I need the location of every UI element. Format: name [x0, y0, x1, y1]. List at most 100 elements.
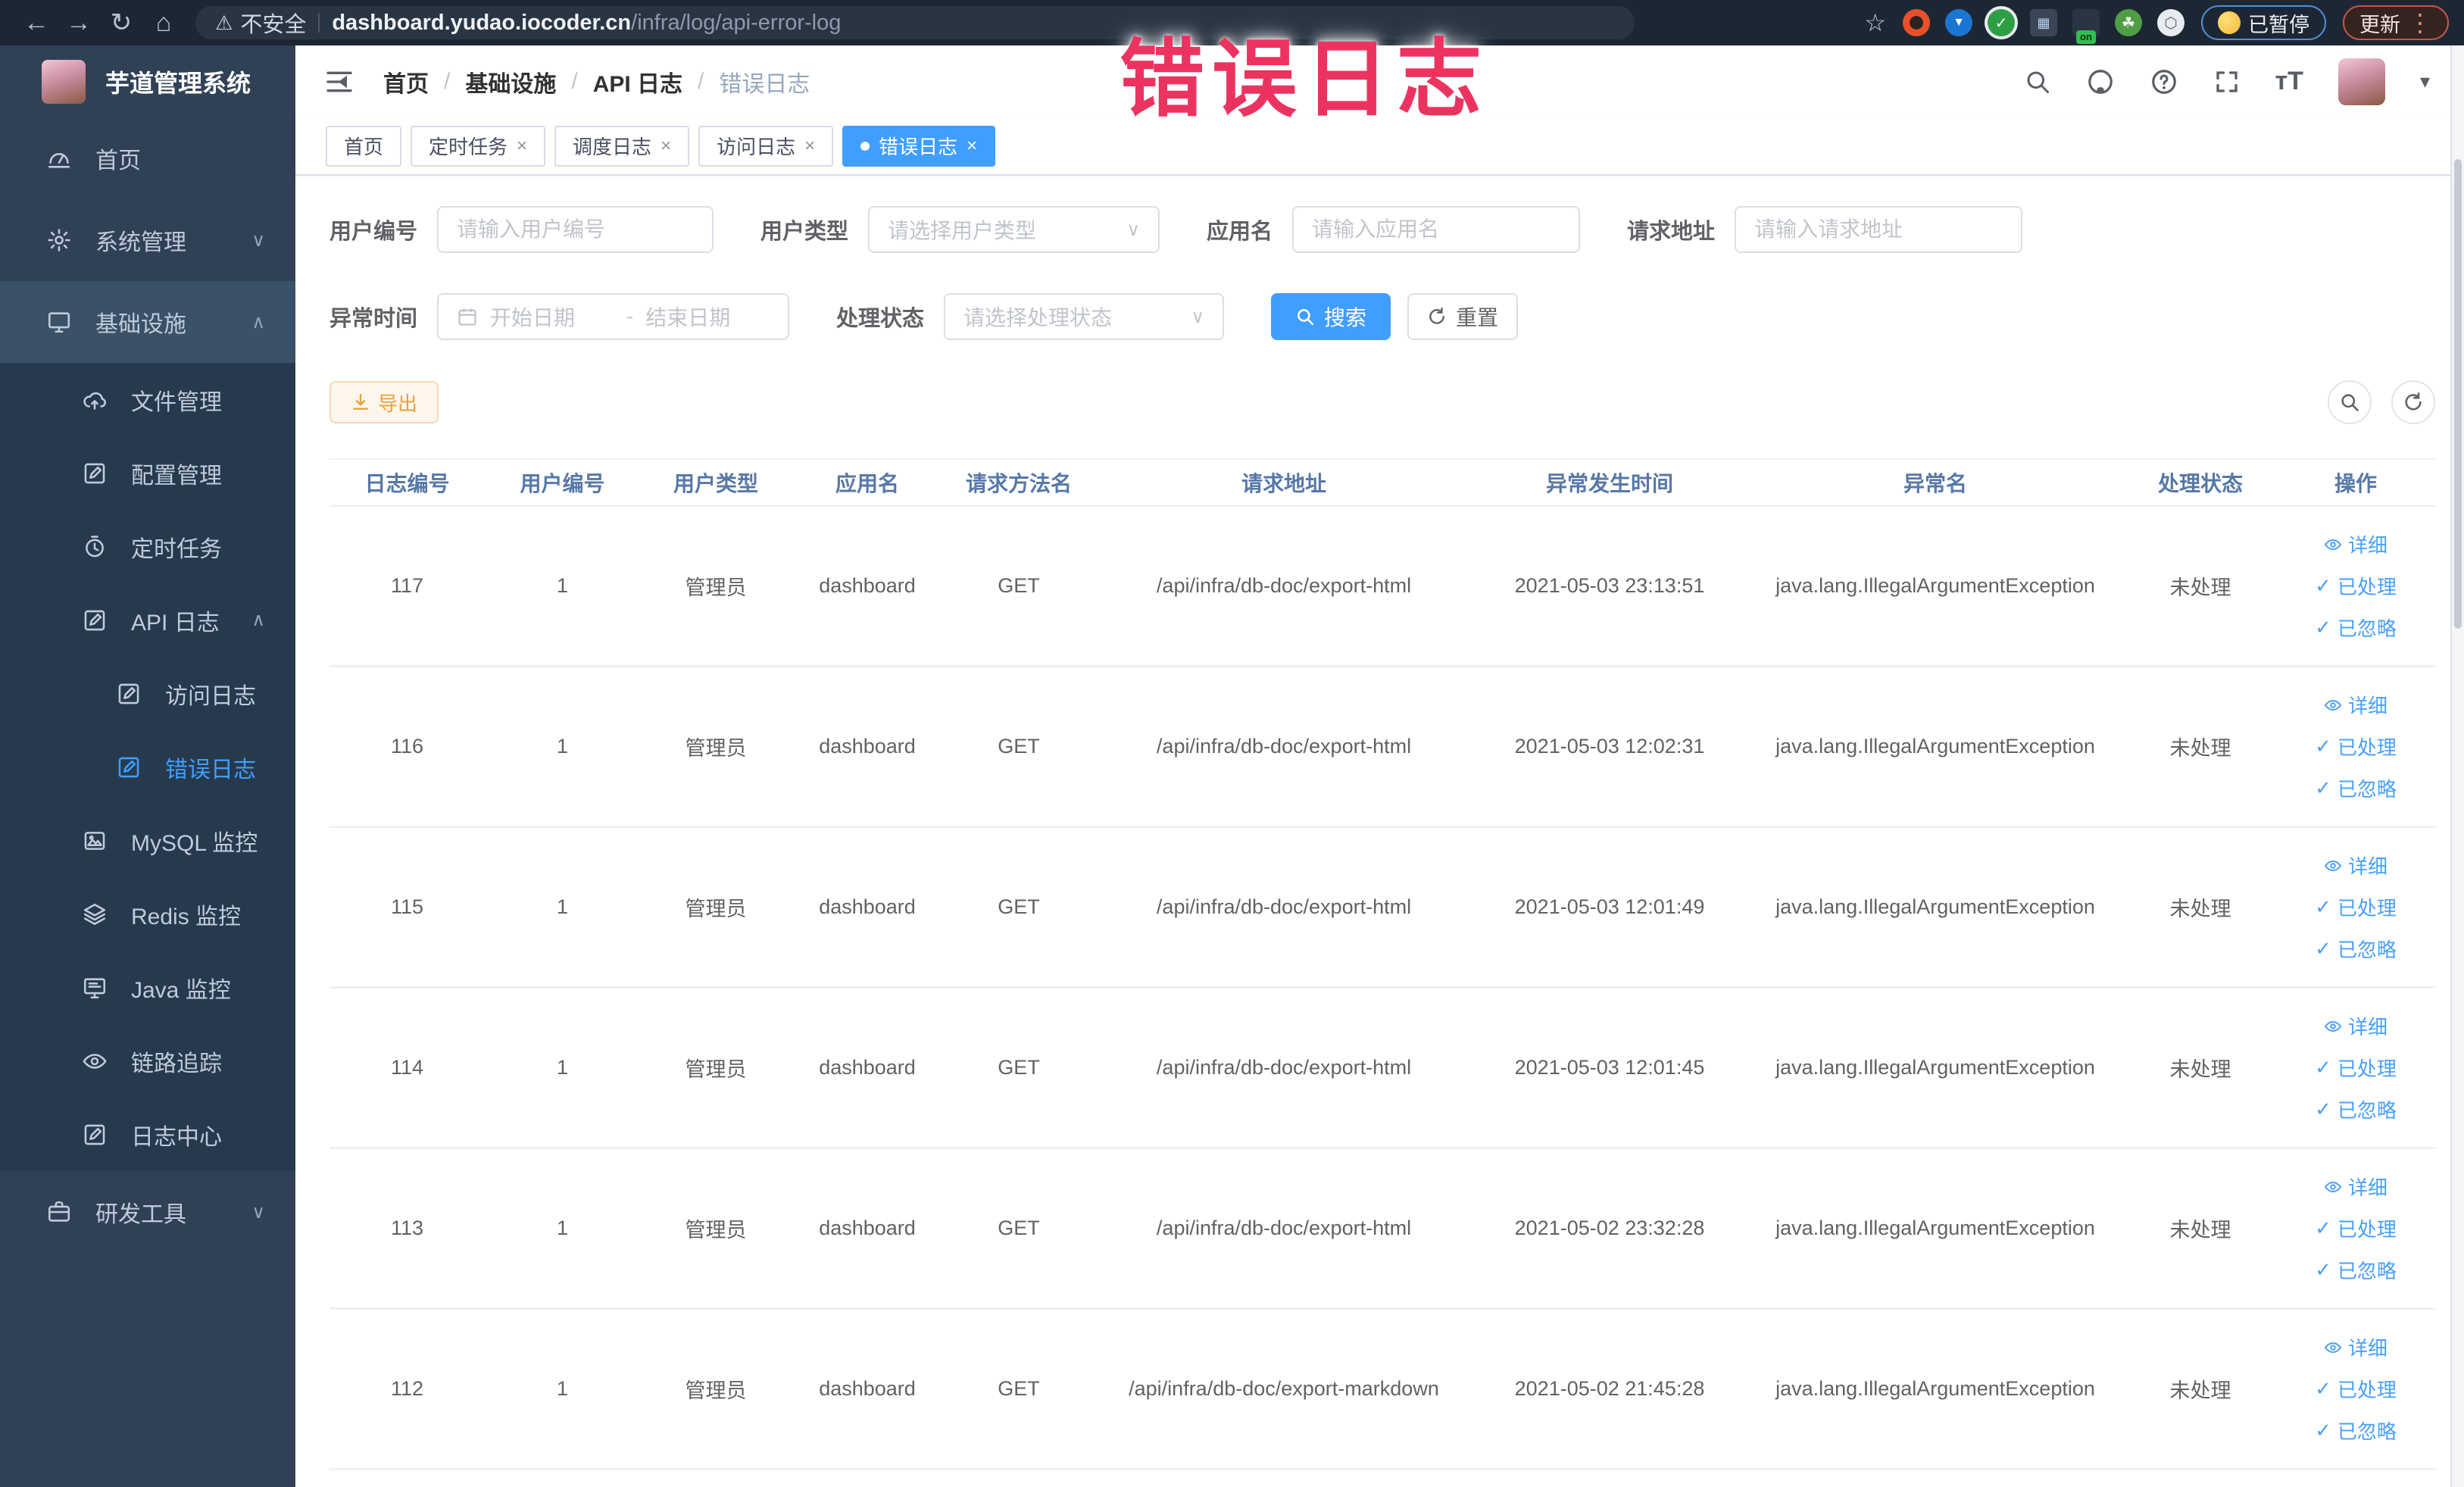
toggle-search-icon-button[interactable] [2328, 380, 2372, 424]
breadcrumb-item[interactable]: 首页 [383, 65, 429, 98]
sidebar-item-文件管理[interactable]: 文件管理 [0, 363, 295, 436]
filter-label: 应用名 [1207, 220, 1273, 244]
date-range-picker[interactable]: 开始日期 - 结束日期 [437, 293, 790, 340]
text-input[interactable] [1754, 217, 2003, 242]
orange-ring-extension-icon[interactable] [1903, 9, 1930, 36]
text-input[interactable] [1312, 217, 1561, 242]
action-已忽略[interactable]: ✓ 已忽略 [2315, 1256, 2397, 1284]
tab-调度日志[interactable]: 调度日志 × [554, 125, 690, 167]
应用名-input[interactable] [1292, 206, 1581, 253]
export-button[interactable]: 导出 [329, 381, 439, 423]
filter-label: 请求地址 [1627, 220, 1716, 244]
search-icon[interactable] [2024, 68, 2051, 95]
collapse-sidebar-icon[interactable] [324, 67, 354, 97]
bookmark-star-icon[interactable]: ☆ [1864, 8, 1886, 37]
browser-forward-icon[interactable]: → [58, 5, 100, 41]
tab-错误日志[interactable]: 错误日志 × [842, 125, 996, 167]
action-详细[interactable]: 详细 [2324, 691, 2387, 719]
user-avatar[interactable] [2338, 58, 2385, 105]
action-详细[interactable]: 详细 [2324, 1333, 2387, 1361]
close-tab-icon[interactable]: × [967, 136, 977, 157]
security-label[interactable]: 不安全 [240, 7, 306, 39]
close-tab-icon[interactable]: × [804, 136, 815, 157]
tab-定时任务[interactable]: 定时任务 × [411, 125, 546, 167]
action-已处理[interactable]: ✓ 已处理 [2315, 1054, 2397, 1082]
breadcrumb-item[interactable]: 基础设施 [465, 65, 556, 98]
font-size-icon[interactable]: ᴛT [2275, 67, 2303, 96]
action-已处理[interactable]: ✓ 已处理 [2315, 1214, 2397, 1242]
action-详细[interactable]: 详细 [2324, 1012, 2387, 1040]
update-label: 更新 [2359, 13, 2400, 36]
grid-extension-icon[interactable]: ▦ [2030, 9, 2057, 36]
sidebar-item-定时任务[interactable]: 定时任务 [0, 510, 295, 583]
sidebar-item-系统管理[interactable]: 系统管理 ∨ [0, 199, 295, 281]
sidebar-item-错误日志[interactable]: 错误日志 [0, 730, 295, 804]
sidebar-item-Redis-监控[interactable]: Redis 监控 [0, 877, 295, 951]
action-label: 详细 [2347, 855, 2387, 878]
sidebar-item-MySQL-监控[interactable]: MySQL 监控 [0, 804, 295, 877]
tab-访问日志[interactable]: 访问日志 × [698, 125, 834, 167]
sidebar-item-基础设施[interactable]: 基础设施 ∧ [0, 281, 295, 363]
chevron-down-icon: ∨ [1126, 219, 1141, 240]
action-已忽略[interactable]: ✓ 已忽略 [2315, 774, 2397, 802]
sidebar-item-Java-监控[interactable]: Java 监控 [0, 951, 295, 1024]
reset-button[interactable]: 重置 [1407, 293, 1519, 340]
app-logo-row[interactable]: 芋道管理系统 [0, 45, 295, 117]
sidebar-item-链路追踪[interactable]: 链路追踪 [0, 1024, 295, 1098]
browser-home-icon[interactable]: ⌂ [142, 5, 185, 41]
action-已忽略[interactable]: ✓ 已忽略 [2315, 614, 2397, 642]
browser-reload-icon[interactable]: ↻ [100, 5, 142, 41]
browser-update-button[interactable]: 更新 ⋮ [2343, 5, 2449, 40]
action-详细[interactable]: 详细 [2324, 851, 2387, 879]
tab-首页[interactable]: 首页 [326, 125, 402, 167]
refresh-table-icon-button[interactable] [2391, 380, 2435, 424]
close-tab-icon[interactable]: × [661, 136, 671, 157]
cell-method: GET [998, 1056, 1040, 1079]
help-question-icon[interactable] [2150, 67, 2178, 96]
action-已忽略[interactable]: ✓ 已忽略 [2315, 935, 2397, 963]
switch-on-extension-icon[interactable]: on [2072, 9, 2100, 44]
cell-actions: 详细 ✓ 已处理 ✓ 已忽略 [2276, 1333, 2435, 1445]
用户编号-input[interactable] [437, 206, 714, 253]
action-详细[interactable]: 详细 [2324, 530, 2387, 558]
close-tab-icon[interactable]: × [517, 136, 527, 157]
sidebar-item-日志中心[interactable]: 日志中心 [0, 1098, 295, 1171]
action-已处理[interactable]: ✓ 已处理 [2315, 733, 2397, 761]
action-详细[interactable]: 详细 [2324, 1173, 2387, 1201]
action-已处理[interactable]: ✓ 已处理 [2315, 1375, 2397, 1403]
action-已忽略[interactable]: ✓ 已忽略 [2315, 1095, 2397, 1123]
cell-user_id: 1 [556, 1056, 569, 1079]
app-logo-rabbit-image [42, 59, 86, 104]
url-path: /infra/log/api-error-log [631, 10, 842, 35]
status-select[interactable]: 请选择处理状态 ∨ [944, 293, 1225, 340]
sidebar-item-API-日志[interactable]: API 日志 ∧ [0, 583, 295, 657]
page-scrollbar[interactable] [2450, 45, 2464, 1487]
action-已处理[interactable]: ✓ 已处理 [2315, 893, 2397, 921]
sidebar-item-label: Redis 监控 [131, 904, 242, 929]
sidebar-item-配置管理[interactable]: 配置管理 [0, 436, 295, 510]
sidebar-item-研发工具[interactable]: 研发工具 ∨ [0, 1171, 295, 1253]
user-menu-caret-icon[interactable]: ▾ [2420, 70, 2430, 93]
scrollbar-thumb[interactable] [2454, 159, 2462, 629]
row-action-links: 详细 ✓ 已处理 ✓ 已忽略 [2282, 1333, 2429, 1445]
action-已处理[interactable]: ✓ 已处理 [2315, 572, 2397, 600]
请求地址-input[interactable] [1735, 206, 2023, 253]
browser-back-icon[interactable]: ← [15, 5, 58, 41]
paused-extension-pill[interactable]: 已暂停 [2201, 5, 2326, 40]
green-check-extension-icon[interactable]: ✓ [1988, 9, 2015, 36]
search-button[interactable]: 搜索 [1271, 293, 1391, 340]
fullscreen-icon[interactable] [2213, 68, 2241, 95]
text-input[interactable] [457, 217, 695, 242]
action-已忽略[interactable]: ✓ 已忽略 [2315, 1417, 2397, 1445]
browser-menu-kebab-icon[interactable]: ⋮ [2408, 8, 2432, 37]
blue-shield-extension-icon[interactable]: ▼ [1945, 9, 1972, 36]
puzzle-extension-icon[interactable]: ⬡ [2157, 9, 2184, 36]
github-icon[interactable] [2086, 67, 2115, 96]
sidebar-menu: 首页 系统管理 ∨ 基础设施 ∧ 文件管理 配置管理 定时任务 API 日志 ∧ 访问日志 错误日志 M… [0, 117, 295, 1253]
breadcrumb-item[interactable]: API 日志 [593, 65, 682, 98]
sidebar-item-首页[interactable]: 首页 [0, 117, 295, 199]
table-toolbar: 导出 [329, 380, 2435, 424]
用户类型-select[interactable]: 请选择用户类型 ∨ [868, 206, 1160, 253]
sidebar-item-访问日志[interactable]: 访问日志 [0, 657, 295, 730]
leaf-extension-icon[interactable]: ☘ [2115, 9, 2142, 36]
